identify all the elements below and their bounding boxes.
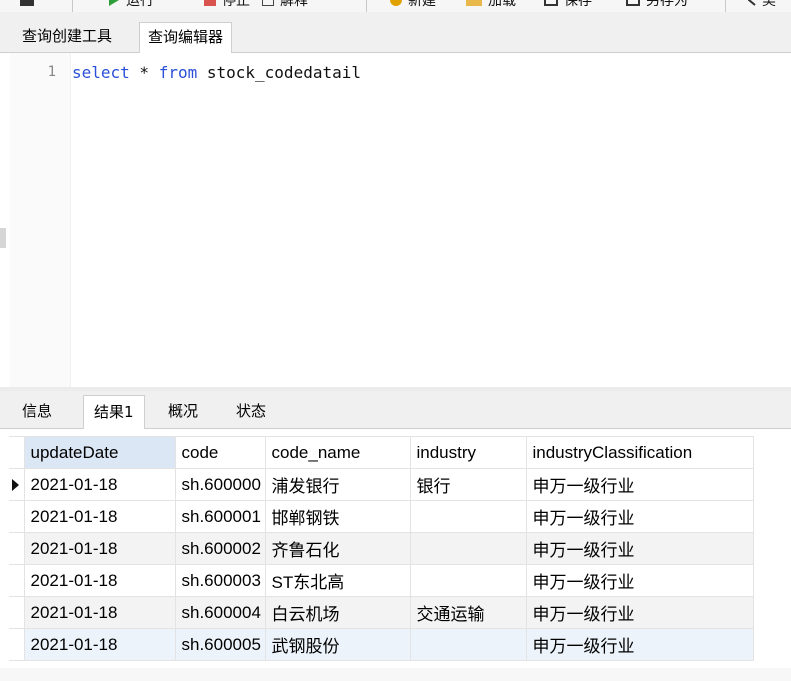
column-header-industry[interactable]: industry bbox=[409, 436, 527, 469]
load-button[interactable]: 加载 bbox=[466, 0, 516, 10]
table-cell[interactable]: 浦发银行 bbox=[264, 468, 411, 501]
table-row[interactable]: 2021-01-18 sh.600004 白云机场 交通运输 申万一级行业 bbox=[9, 596, 754, 629]
toolbar-menu-button[interactable] bbox=[20, 0, 40, 10]
keyword-token: select bbox=[72, 63, 130, 82]
table-cell[interactable] bbox=[409, 628, 527, 661]
table-cell[interactable]: 齐鲁石化 bbox=[264, 532, 411, 565]
table-cell[interactable]: sh.600004 bbox=[174, 596, 266, 629]
table-cell[interactable]: sh.600005 bbox=[174, 628, 266, 661]
table-cell[interactable]: sh.600002 bbox=[174, 532, 266, 565]
table-cell[interactable]: 申万一级行业 bbox=[525, 500, 754, 533]
column-header-updateDate[interactable]: updateDate bbox=[23, 436, 176, 469]
table-cell[interactable]: sh.600003 bbox=[174, 564, 266, 597]
table-row[interactable]: 2021-01-18 sh.600001 邯郸钢铁 申万一级行业 bbox=[9, 500, 754, 533]
row-header-corner bbox=[9, 436, 25, 469]
new-button[interactable]: 新建 bbox=[390, 0, 436, 10]
tab-info[interactable]: 信息 bbox=[12, 395, 62, 427]
column-header-code[interactable]: code bbox=[174, 436, 266, 469]
menu-icon bbox=[20, 0, 34, 6]
code-line[interactable]: select * from stock_codedatail bbox=[72, 63, 361, 83]
tab-query-builder[interactable]: 查询创建工具 bbox=[14, 22, 120, 52]
table-cell[interactable]: 2021-01-18 bbox=[23, 628, 176, 661]
keyword-token: from bbox=[158, 63, 198, 82]
beautify-icon bbox=[747, 0, 756, 6]
table-cell[interactable] bbox=[409, 564, 527, 597]
query-tab-bar: 查询创建工具 查询编辑器 bbox=[0, 12, 791, 53]
row-header[interactable] bbox=[9, 532, 25, 565]
line-number: 1 bbox=[47, 64, 56, 80]
tab-result-1[interactable]: 结果1 bbox=[83, 395, 145, 429]
save-button[interactable]: 保存 bbox=[544, 0, 592, 10]
result-tab-bar: 信息 结果1 概况 状态 bbox=[0, 391, 791, 429]
grid-header-row: updateDate code code_name industry indus… bbox=[9, 436, 754, 469]
table-cell[interactable]: sh.600000 bbox=[174, 468, 266, 501]
plain-token: stock_codedatail bbox=[197, 63, 361, 82]
table-cell[interactable]: sh.600001 bbox=[174, 500, 266, 533]
new-icon bbox=[390, 0, 402, 6]
table-cell[interactable]: 申万一级行业 bbox=[525, 628, 754, 661]
table-cell[interactable]: 2021-01-18 bbox=[23, 596, 176, 629]
play-icon bbox=[109, 0, 119, 6]
column-header-code-name[interactable]: code_name bbox=[264, 436, 411, 469]
tab-status[interactable]: 状态 bbox=[226, 395, 276, 427]
table-cell[interactable]: 申万一级行业 bbox=[525, 596, 754, 629]
table-cell[interactable]: 2021-01-18 bbox=[23, 500, 176, 533]
column-header-industry-classification[interactable]: industryClassification bbox=[525, 436, 754, 469]
table-cell[interactable]: ST东北高 bbox=[264, 564, 411, 597]
table-row[interactable]: 2021-01-18 sh.600005 武钢股份 申万一级行业 bbox=[9, 628, 754, 661]
save-as-icon bbox=[626, 0, 640, 6]
save-icon bbox=[544, 0, 558, 6]
toolbar: 运行 停止 解释 新建 加载 保存 另存为 美 bbox=[0, 0, 791, 12]
table-cell[interactable]: 邯郸钢铁 bbox=[264, 500, 411, 533]
table-cell[interactable]: 2021-01-18 bbox=[23, 532, 176, 565]
row-header[interactable] bbox=[9, 500, 25, 533]
beautify-button[interactable]: 美 bbox=[747, 0, 776, 10]
table-cell[interactable]: 2021-01-18 bbox=[23, 468, 176, 501]
row-header[interactable] bbox=[9, 628, 25, 661]
result-grid[interactable]: updateDate code code_name industry indus… bbox=[9, 436, 754, 661]
row-header[interactable] bbox=[9, 596, 25, 629]
plain-token: * bbox=[129, 63, 159, 82]
table-cell[interactable]: 银行 bbox=[409, 468, 527, 501]
row-header[interactable] bbox=[9, 468, 25, 501]
status-bar bbox=[0, 668, 791, 681]
stop-button[interactable]: 停止 bbox=[204, 0, 250, 10]
table-cell[interactable]: 2021-01-18 bbox=[23, 564, 176, 597]
row-header[interactable] bbox=[9, 564, 25, 597]
table-row[interactable]: 2021-01-18 sh.600000 浦发银行 银行 申万一级行业 bbox=[9, 468, 754, 501]
tab-profile[interactable]: 概况 bbox=[158, 395, 208, 427]
folder-icon bbox=[466, 0, 482, 6]
table-row[interactable]: 2021-01-18 sh.600003 ST东北高 申万一级行业 bbox=[9, 564, 754, 597]
explain-icon bbox=[262, 0, 274, 6]
table-cell[interactable] bbox=[409, 532, 527, 565]
table-cell[interactable]: 白云机场 bbox=[264, 596, 411, 629]
table-cell[interactable]: 申万一级行业 bbox=[525, 532, 754, 565]
sql-editor[interactable]: 1 select * from stock_codedatail bbox=[0, 53, 791, 387]
table-cell[interactable]: 申万一级行业 bbox=[525, 468, 754, 501]
table-cell[interactable] bbox=[409, 500, 527, 533]
tab-query-editor[interactable]: 查询编辑器 bbox=[139, 22, 233, 53]
table-cell[interactable]: 交通运输 bbox=[409, 596, 527, 629]
save-as-button[interactable]: 另存为 bbox=[626, 0, 688, 10]
stop-icon bbox=[204, 0, 216, 6]
panel-resize-handle[interactable] bbox=[0, 228, 6, 248]
run-button[interactable]: 运行 bbox=[108, 0, 154, 10]
explain-button[interactable]: 解释 bbox=[262, 0, 308, 10]
current-row-arrow-icon bbox=[12, 479, 19, 491]
line-number-gutter: 1 bbox=[10, 53, 71, 387]
table-row[interactable]: 2021-01-18 sh.600002 齐鲁石化 申万一级行业 bbox=[9, 532, 754, 565]
table-cell[interactable]: 武钢股份 bbox=[264, 628, 411, 661]
table-cell[interactable]: 申万一级行业 bbox=[525, 564, 754, 597]
